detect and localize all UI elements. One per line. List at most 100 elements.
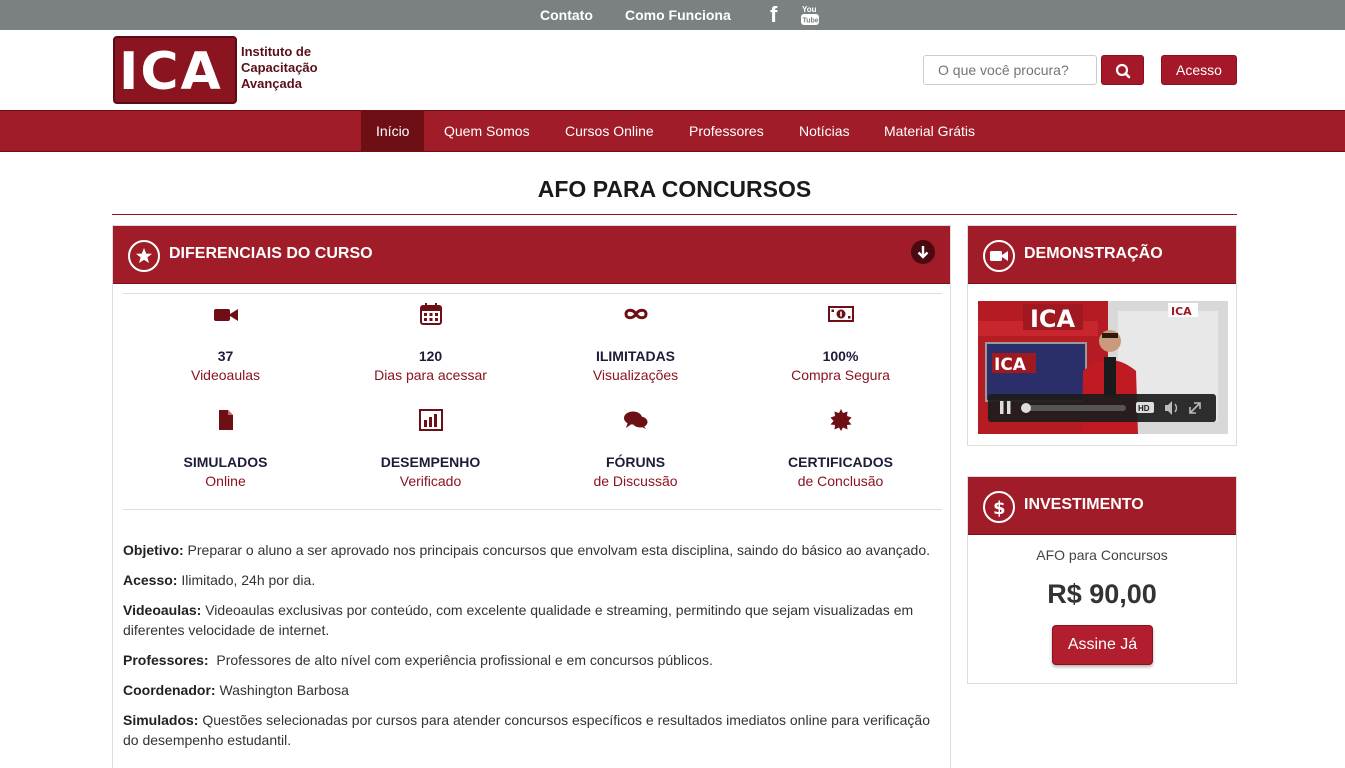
feature-subtitle: Online [205, 473, 246, 489]
comments-icon [533, 408, 738, 434]
description-label: Professores: [123, 652, 209, 668]
subscribe-button[interactable]: Assine Já [1052, 625, 1153, 665]
feature-subtitle: de Discussão [593, 473, 678, 489]
demo-video-player[interactable]: ICA ICA ICA HD [978, 301, 1228, 434]
dollar-icon: $ [983, 491, 1015, 523]
search-input[interactable] [923, 55, 1097, 85]
svg-text:Tube: Tube [803, 18, 819, 25]
nav-item-material-gratis[interactable]: Material Grátis [869, 111, 990, 151]
description-text: Preparar o aluno a ser aprovado nos prin… [183, 542, 931, 558]
nav-item-professores[interactable]: Professores [674, 111, 779, 151]
description-text: Videoaulas exclusivas por conteúdo, com … [123, 602, 914, 638]
nav-item-cursos-online[interactable]: Cursos Online [550, 111, 669, 151]
description-label: Simulados: [123, 712, 199, 728]
description-text: Washington Barbosa [215, 682, 349, 698]
feature-title: ILIMITADAS [595, 348, 676, 364]
description-text: Professores de alto nível com experiênci… [208, 652, 713, 668]
course-name: AFO para Concursos [1036, 547, 1168, 563]
feature-desempenho: DESEMPENHO Verificado [328, 408, 533, 489]
logo-mark: ICA [113, 36, 237, 104]
arrow-down-icon [917, 246, 929, 259]
feature-subtitle: Videoaulas [190, 367, 261, 383]
svg-text:$: $ [993, 498, 1006, 519]
nav-item-noticias[interactable]: Notícias [784, 111, 865, 151]
description-label: Objetivo: [123, 542, 184, 558]
como-funciona-link[interactable]: Como Funciona [625, 7, 731, 23]
description-label: Acesso: [123, 572, 178, 588]
logo-letters: ICA [119, 42, 223, 102]
feature-title: 37 [217, 348, 234, 364]
investment-header: $ INVESTIMENTO [968, 477, 1236, 535]
differentials-panel: DIFERENCIAIS DO CURSO 37 Videoaulas 120 … [112, 225, 951, 768]
video-camera-icon [123, 302, 328, 328]
logo-line-1: Instituto de [241, 44, 312, 59]
hd-label: HD [1138, 404, 1150, 413]
differentials-title: DIFERENCIAIS DO CURSO [169, 245, 373, 262]
file-icon [123, 408, 328, 434]
investment-panel: $ INVESTIMENTO AFO para Concursos R$ 90,… [967, 476, 1237, 684]
demo-panel: DEMONSTRAÇÃO ICA ICA ICA HD [967, 225, 1237, 446]
video-camera-icon [983, 240, 1015, 272]
description-item: Simulados: Questões selecionadas por cur… [123, 710, 938, 750]
feature-title: 120 [418, 348, 443, 364]
calendar-icon [328, 302, 533, 328]
title-divider [112, 214, 1237, 215]
feature-certificados: CERTIFICADOS de Conclusão [738, 408, 943, 489]
description-item: Videoaulas: Videoaulas exclusivas por co… [123, 600, 938, 640]
video-corner-logo: ICA [1171, 305, 1192, 318]
feature-title: 100% [822, 348, 859, 364]
ica-logo[interactable]: ICA Instituto de Capacitação Avançada [113, 36, 338, 104]
feature-subtitle: Dias para acessar [374, 367, 487, 383]
feature-videoaulas: 37 Videoaulas [123, 302, 328, 383]
description-text: Questões selecionadas por cursos para at… [123, 712, 930, 748]
description-item: Acesso: Ilimitado, 24h por dia. [123, 570, 938, 590]
course-description: Objetivo: Preparar o aluno a ser aprovad… [123, 540, 938, 760]
page-title: AFO PARA CONCURSOS [537, 176, 812, 202]
feature-subtitle: Visualizações [592, 367, 679, 383]
feature-title: CERTIFICADOS [788, 454, 893, 470]
feature-dias: 120 Dias para acessar [328, 302, 533, 383]
acesso-button[interactable]: Acesso [1161, 55, 1237, 85]
demo-title: DEMONSTRAÇÃO [1024, 245, 1163, 262]
search-button[interactable] [1101, 55, 1144, 85]
demo-header: DEMONSTRAÇÃO [968, 226, 1236, 284]
feature-ilimitadas: ILIMITADAS Visualizações [533, 302, 738, 383]
video-frame: ICA ICA ICA HD [978, 301, 1228, 434]
feature-subtitle: de Conclusão [797, 473, 884, 489]
features-grid: 37 Videoaulas 120 Dias para acessar ILIM… [123, 293, 942, 510]
video-screen-logo: ICA [994, 355, 1027, 375]
description-text: Ilimitado, 24h por dia. [177, 572, 316, 588]
feature-foruns: FÓRUNS de Discussão [533, 408, 738, 489]
description-label: Videoaulas: [123, 602, 202, 618]
certificate-icon [738, 408, 943, 434]
investment-title: INVESTIMENTO [1024, 496, 1144, 513]
logo-text: Instituto de Capacitação Avançada [241, 44, 318, 92]
youtube-icon[interactable]: You Tube [800, 4, 820, 26]
bar-chart-icon [328, 408, 533, 434]
facebook-icon[interactable]: f [770, 4, 784, 26]
description-item: Professores: Professores de alto nível c… [123, 650, 938, 670]
feature-title: DESEMPENHO [380, 454, 481, 470]
feature-title: SIMULADOS [183, 454, 268, 470]
star-icon [128, 240, 160, 272]
contato-link[interactable]: Contato [540, 7, 593, 23]
logo-line-2: Capacitação [241, 60, 318, 75]
differentials-header: DIFERENCIAIS DO CURSO [113, 226, 950, 284]
feature-subtitle: Verificado [399, 473, 462, 489]
description-item: Coordenador: Washington Barbosa [123, 680, 938, 700]
money-icon [738, 302, 943, 328]
infinity-icon [533, 302, 738, 328]
description-label: Coordenador: [123, 682, 216, 698]
top-bar: Contato Como Funciona f You Tube [0, 0, 1345, 30]
feature-title: FÓRUNS [605, 454, 666, 470]
feature-subtitle: Compra Segura [791, 367, 890, 383]
feature-compra-segura: 100% Compra Segura [738, 302, 943, 383]
description-item: Objetivo: Preparar o aluno a ser aprovad… [123, 540, 938, 560]
logo-line-3: Avançada [241, 76, 302, 91]
nav-item-quem-somos[interactable]: Quem Somos [429, 111, 545, 151]
video-logo-text: ICA [1030, 305, 1076, 333]
collapse-toggle-button[interactable] [911, 240, 935, 264]
nav-item-inicio[interactable]: Início [361, 111, 425, 151]
search-icon [1115, 63, 1131, 79]
feature-simulados: SIMULADOS Online [123, 408, 328, 489]
